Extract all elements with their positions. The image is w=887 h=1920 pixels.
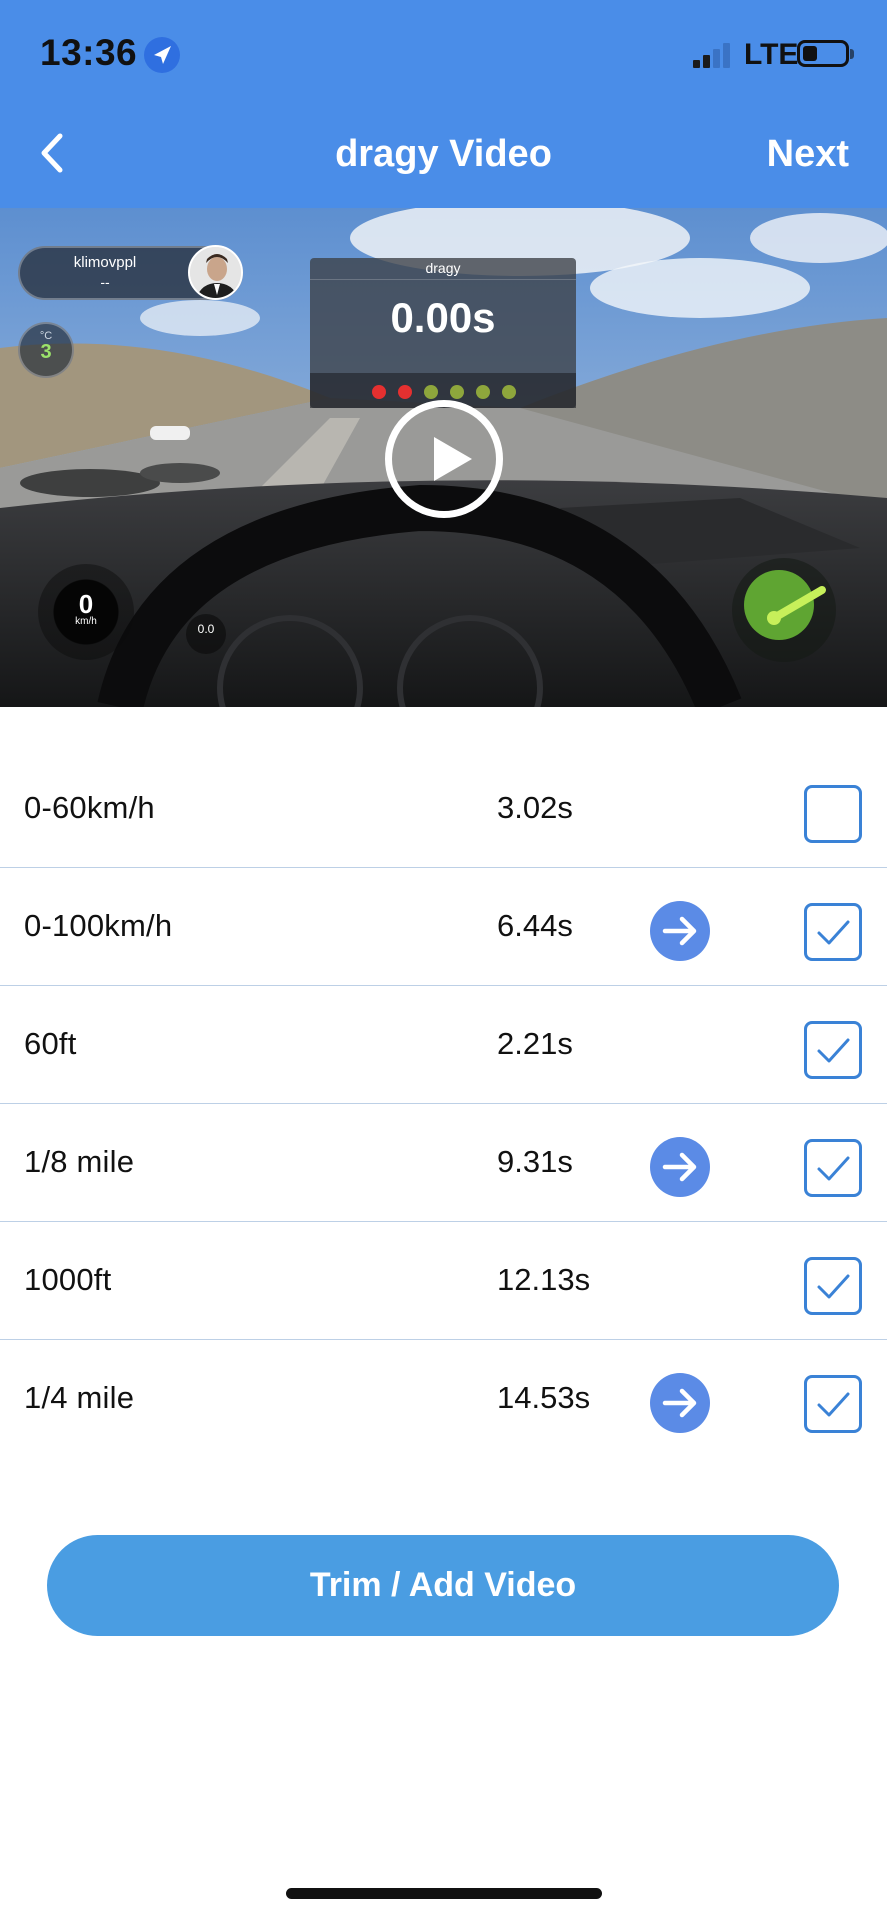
checkmark-icon (817, 1156, 850, 1181)
result-time: 9.31s (497, 1144, 573, 1179)
result-checkbox[interactable] (804, 903, 862, 961)
start-light (372, 385, 386, 399)
video-preview[interactable]: klimovppl -- °C 3 dragy 0.00s 0 km/h 0.0 (0, 208, 887, 707)
start-light (398, 385, 412, 399)
result-checkbox[interactable] (804, 1257, 862, 1315)
start-light (476, 385, 490, 399)
result-row: 1/4 mile 14.53s (0, 1340, 887, 1458)
next-button[interactable]: Next (767, 133, 849, 176)
speed-value: 0 (78, 589, 94, 619)
network-type: LTE (744, 38, 799, 71)
result-label: 0-60km/h (24, 790, 155, 825)
g-force-value: 0.0 (186, 614, 226, 654)
result-row: 1000ft 12.13s (0, 1222, 887, 1340)
arrow-right-icon (662, 1388, 697, 1418)
checkmark-icon (817, 1038, 850, 1063)
avatar (188, 245, 243, 300)
result-checkbox[interactable] (804, 1139, 862, 1197)
battery-icon (797, 40, 854, 67)
result-checkbox[interactable] (804, 785, 862, 843)
trim-add-video-button[interactable]: Trim / Add Video (47, 1535, 839, 1636)
result-label: 0-100km/h (24, 908, 173, 943)
speed-gauge: 0 km/h (38, 564, 134, 660)
result-time: 12.13s (497, 1262, 591, 1297)
checkmark-icon (817, 1392, 850, 1417)
arrow-right-icon (662, 1152, 697, 1182)
share-arrow-button[interactable] (650, 1373, 710, 1433)
start-light (450, 385, 464, 399)
start-light (424, 385, 438, 399)
result-checkbox[interactable] (804, 1021, 862, 1079)
brand-label: dragy (310, 260, 576, 280)
signal-icon (693, 42, 735, 68)
results-list: 0-60km/h 3.02s 0-100km/h 6.44s 60ft 2.21s 1/8 … (0, 750, 887, 1458)
timer-value: 0.00s (390, 294, 496, 341)
result-time: 3.02s (497, 790, 573, 825)
username: klimovppl (73, 254, 137, 271)
result-row: 1/8 mile 9.31s (0, 1104, 887, 1222)
play-button[interactable] (385, 400, 503, 518)
result-row: 60ft 2.21s (0, 986, 887, 1104)
temperature-value: 3 (40, 341, 52, 363)
speed-unit: km/h (75, 616, 97, 627)
location-arrow-icon (144, 37, 180, 73)
checkmark-icon (817, 1274, 850, 1299)
start-light (502, 385, 516, 399)
result-row: 0-100km/h 6.44s (0, 868, 887, 986)
timer-panel: dragy 0.00s (310, 258, 576, 408)
checkmark-icon (817, 920, 850, 945)
result-label: 1000ft (24, 1262, 112, 1297)
page-title: dragy Video (335, 133, 552, 175)
temperature-badge: °C 3 (18, 322, 74, 378)
arrow-right-icon (662, 916, 697, 946)
status-time: 13:36 (40, 32, 138, 73)
user-subtext: -- (100, 274, 110, 290)
result-time: 6.44s (497, 908, 573, 943)
share-arrow-button[interactable] (650, 1137, 710, 1197)
result-checkbox[interactable] (804, 1375, 862, 1433)
slope-gauge (732, 558, 836, 662)
result-label: 1/8 mile (24, 1144, 135, 1179)
result-row: 0-60km/h 3.02s (0, 750, 887, 868)
home-indicator (286, 1888, 602, 1899)
top-bar: 13:36 LTE dragy Video Next (0, 0, 887, 208)
result-time: 2.21s (497, 1026, 573, 1061)
result-label: 1/4 mile (24, 1380, 135, 1415)
result-label: 60ft (24, 1026, 77, 1061)
result-time: 14.53s (497, 1380, 591, 1415)
share-arrow-button[interactable] (650, 901, 710, 961)
slope-needle-icon (767, 586, 826, 625)
